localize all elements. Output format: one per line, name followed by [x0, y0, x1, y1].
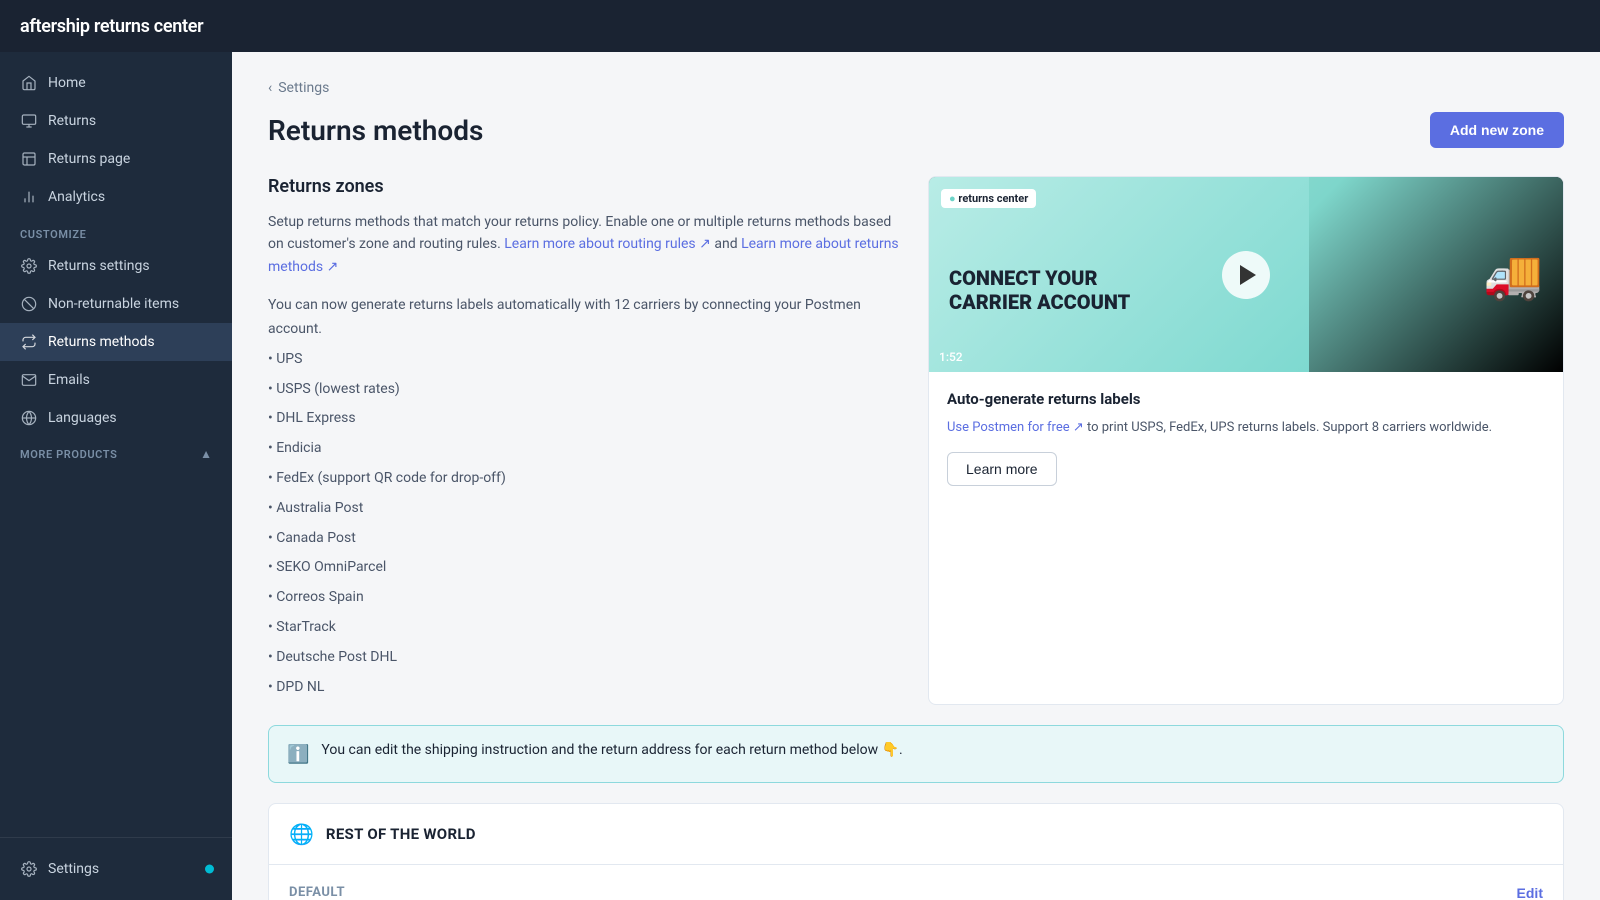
auto-generate-description: Use Postmen for free ↗ to print USPS, Fe… — [947, 418, 1545, 438]
settings-label: Settings — [48, 861, 99, 877]
returns-methods-icon — [20, 333, 38, 351]
zone-default-content: DEFAULT Ship with any carrier of your ch… — [289, 885, 648, 900]
routing-rules-link[interactable]: Learn more about routing rules ↗ — [504, 236, 711, 252]
breadcrumb-parent[interactable]: Settings — [278, 80, 329, 96]
zone-card-rest-of-world: 🌐 REST OF THE WORLD DEFAULT Ship with an… — [268, 803, 1564, 900]
info-circle-icon: ℹ️ — [287, 741, 309, 768]
returns-icon — [20, 112, 38, 130]
video-duration: 1:52 — [939, 350, 963, 364]
video-panel: ● returns center CONNECT YOURCARRIER ACC… — [928, 176, 1564, 705]
carrier-canada-post: • Canada Post — [268, 527, 904, 551]
sidebar-item-returns-label: Returns — [48, 113, 96, 129]
returns-zones-title: Returns zones — [268, 176, 904, 197]
sidebar-item-emails-label: Emails — [48, 372, 90, 388]
returns-zones-panel: Returns zones Setup returns methods that… — [268, 176, 904, 705]
carrier-ups: • UPS — [268, 348, 904, 372]
sidebar-bottom: Settings — [0, 837, 232, 900]
more-products-label: MORE PRODUCTS — [20, 448, 117, 461]
carrier-australia-post: • Australia Post — [268, 497, 904, 521]
sidebar-item-languages[interactable]: Languages — [0, 399, 232, 437]
zone-name: REST OF THE WORLD — [326, 825, 476, 843]
use-postmen-link[interactable]: Use Postmen for free ↗ — [947, 420, 1084, 435]
sidebar-nav: Home Returns Returns page — [0, 52, 232, 837]
returns-zones-description: Setup returns methods that match your re… — [268, 211, 904, 278]
carrier-deutsche-post: • Deutsche Post DHL — [268, 646, 904, 670]
carriers-intro: You can now generate returns labels auto… — [268, 294, 904, 342]
sidebar-item-analytics[interactable]: Analytics — [0, 178, 232, 216]
sidebar-item-returns-methods[interactable]: Returns methods — [0, 323, 232, 361]
sidebar-item-home[interactable]: Home — [0, 64, 232, 102]
analytics-icon — [20, 188, 38, 206]
settings-gear-icon — [20, 860, 38, 878]
emails-icon — [20, 371, 38, 389]
sidebar-item-returns-page-label: Returns page — [48, 151, 130, 167]
auto-generate-title: Auto-generate returns labels — [947, 390, 1545, 408]
carrier-endicia: • Endicia — [268, 437, 904, 461]
sidebar-item-non-returnable-label: Non-returnable items — [48, 296, 179, 312]
settings-notification-dot — [205, 865, 214, 874]
sidebar-item-returns-page[interactable]: Returns page — [0, 140, 232, 178]
video-play-button[interactable] — [1222, 251, 1270, 299]
sidebar-item-returns-settings[interactable]: Returns settings — [0, 247, 232, 285]
breadcrumb-arrow: ‹ — [268, 80, 272, 96]
info-banner: ℹ️ You can edit the shipping instruction… — [268, 725, 1564, 783]
carrier-dhl: • DHL Express — [268, 407, 904, 431]
returns-settings-icon — [20, 257, 38, 275]
zone-header: 🌐 REST OF THE WORLD — [269, 804, 1563, 865]
zone-default-label: DEFAULT — [289, 885, 648, 900]
sidebar-item-analytics-label: Analytics — [48, 189, 105, 205]
truck-emoji: 🚚 — [1483, 246, 1543, 303]
sidebar-item-home-label: Home — [48, 75, 86, 91]
add-new-zone-button[interactable]: Add new zone — [1430, 112, 1564, 148]
carrier-dpd-nl: • DPD NL — [268, 676, 904, 700]
edit-zone-button[interactable]: Edit — [1517, 885, 1543, 900]
page-header: Returns methods Add new zone — [268, 112, 1564, 148]
sidebar-item-languages-label: Languages — [48, 410, 117, 426]
info-banner-text: You can edit the shipping instruction an… — [321, 740, 902, 761]
main-content: ‹ Settings Returns methods Add new zone … — [232, 52, 1600, 900]
globe-icon: 🌐 — [289, 822, 314, 846]
carrier-seko: • SEKO OmniParcel — [268, 556, 904, 580]
languages-icon — [20, 409, 38, 427]
sidebar-item-returns-settings-label: Returns settings — [48, 258, 150, 274]
top-nav: aftership returns center — [0, 0, 1600, 52]
non-returnable-icon — [20, 295, 38, 313]
chevron-up-icon: ▲ — [200, 447, 212, 461]
learn-more-button[interactable]: Learn more — [947, 452, 1057, 486]
carriers-list: You can now generate returns labels auto… — [268, 294, 904, 699]
video-logo-badge: ● returns center — [941, 189, 1036, 208]
video-container[interactable]: ● returns center CONNECT YOURCARRIER ACC… — [929, 177, 1563, 372]
sidebar-item-non-returnable[interactable]: Non-returnable items — [0, 285, 232, 323]
breadcrumb: ‹ Settings — [268, 80, 1564, 96]
brand-logo: aftership returns center — [20, 16, 203, 37]
carrier-startrack: • StarTrack — [268, 616, 904, 640]
carrier-fedex: • FedEx (support QR code for drop-off) — [268, 467, 904, 491]
two-column-layout: Returns zones Setup returns methods that… — [268, 176, 1564, 705]
video-info: Auto-generate returns labels Use Postmen… — [929, 372, 1563, 504]
page-title: Returns methods — [268, 114, 483, 147]
customize-section-label: CUSTOMIZE — [0, 216, 232, 247]
home-icon — [20, 74, 38, 92]
more-products-section[interactable]: MORE PRODUCTS ▲ — [0, 437, 232, 467]
sidebar-item-returns-methods-label: Returns methods — [48, 334, 155, 350]
sidebar-item-emails[interactable]: Emails — [0, 361, 232, 399]
carrier-correos: • Correos Spain — [268, 586, 904, 610]
main-layout: Home Returns Returns page — [0, 52, 1600, 900]
sidebar: Home Returns Returns page — [0, 52, 232, 900]
sidebar-item-returns[interactable]: Returns — [0, 102, 232, 140]
carrier-usps: • USPS (lowest rates) — [268, 378, 904, 402]
returns-page-icon — [20, 150, 38, 168]
sidebar-item-settings[interactable]: Settings — [0, 850, 232, 888]
zone-body: DEFAULT Ship with any carrier of your ch… — [269, 865, 1563, 900]
zone-default-row: DEFAULT Ship with any carrier of your ch… — [289, 885, 1543, 900]
